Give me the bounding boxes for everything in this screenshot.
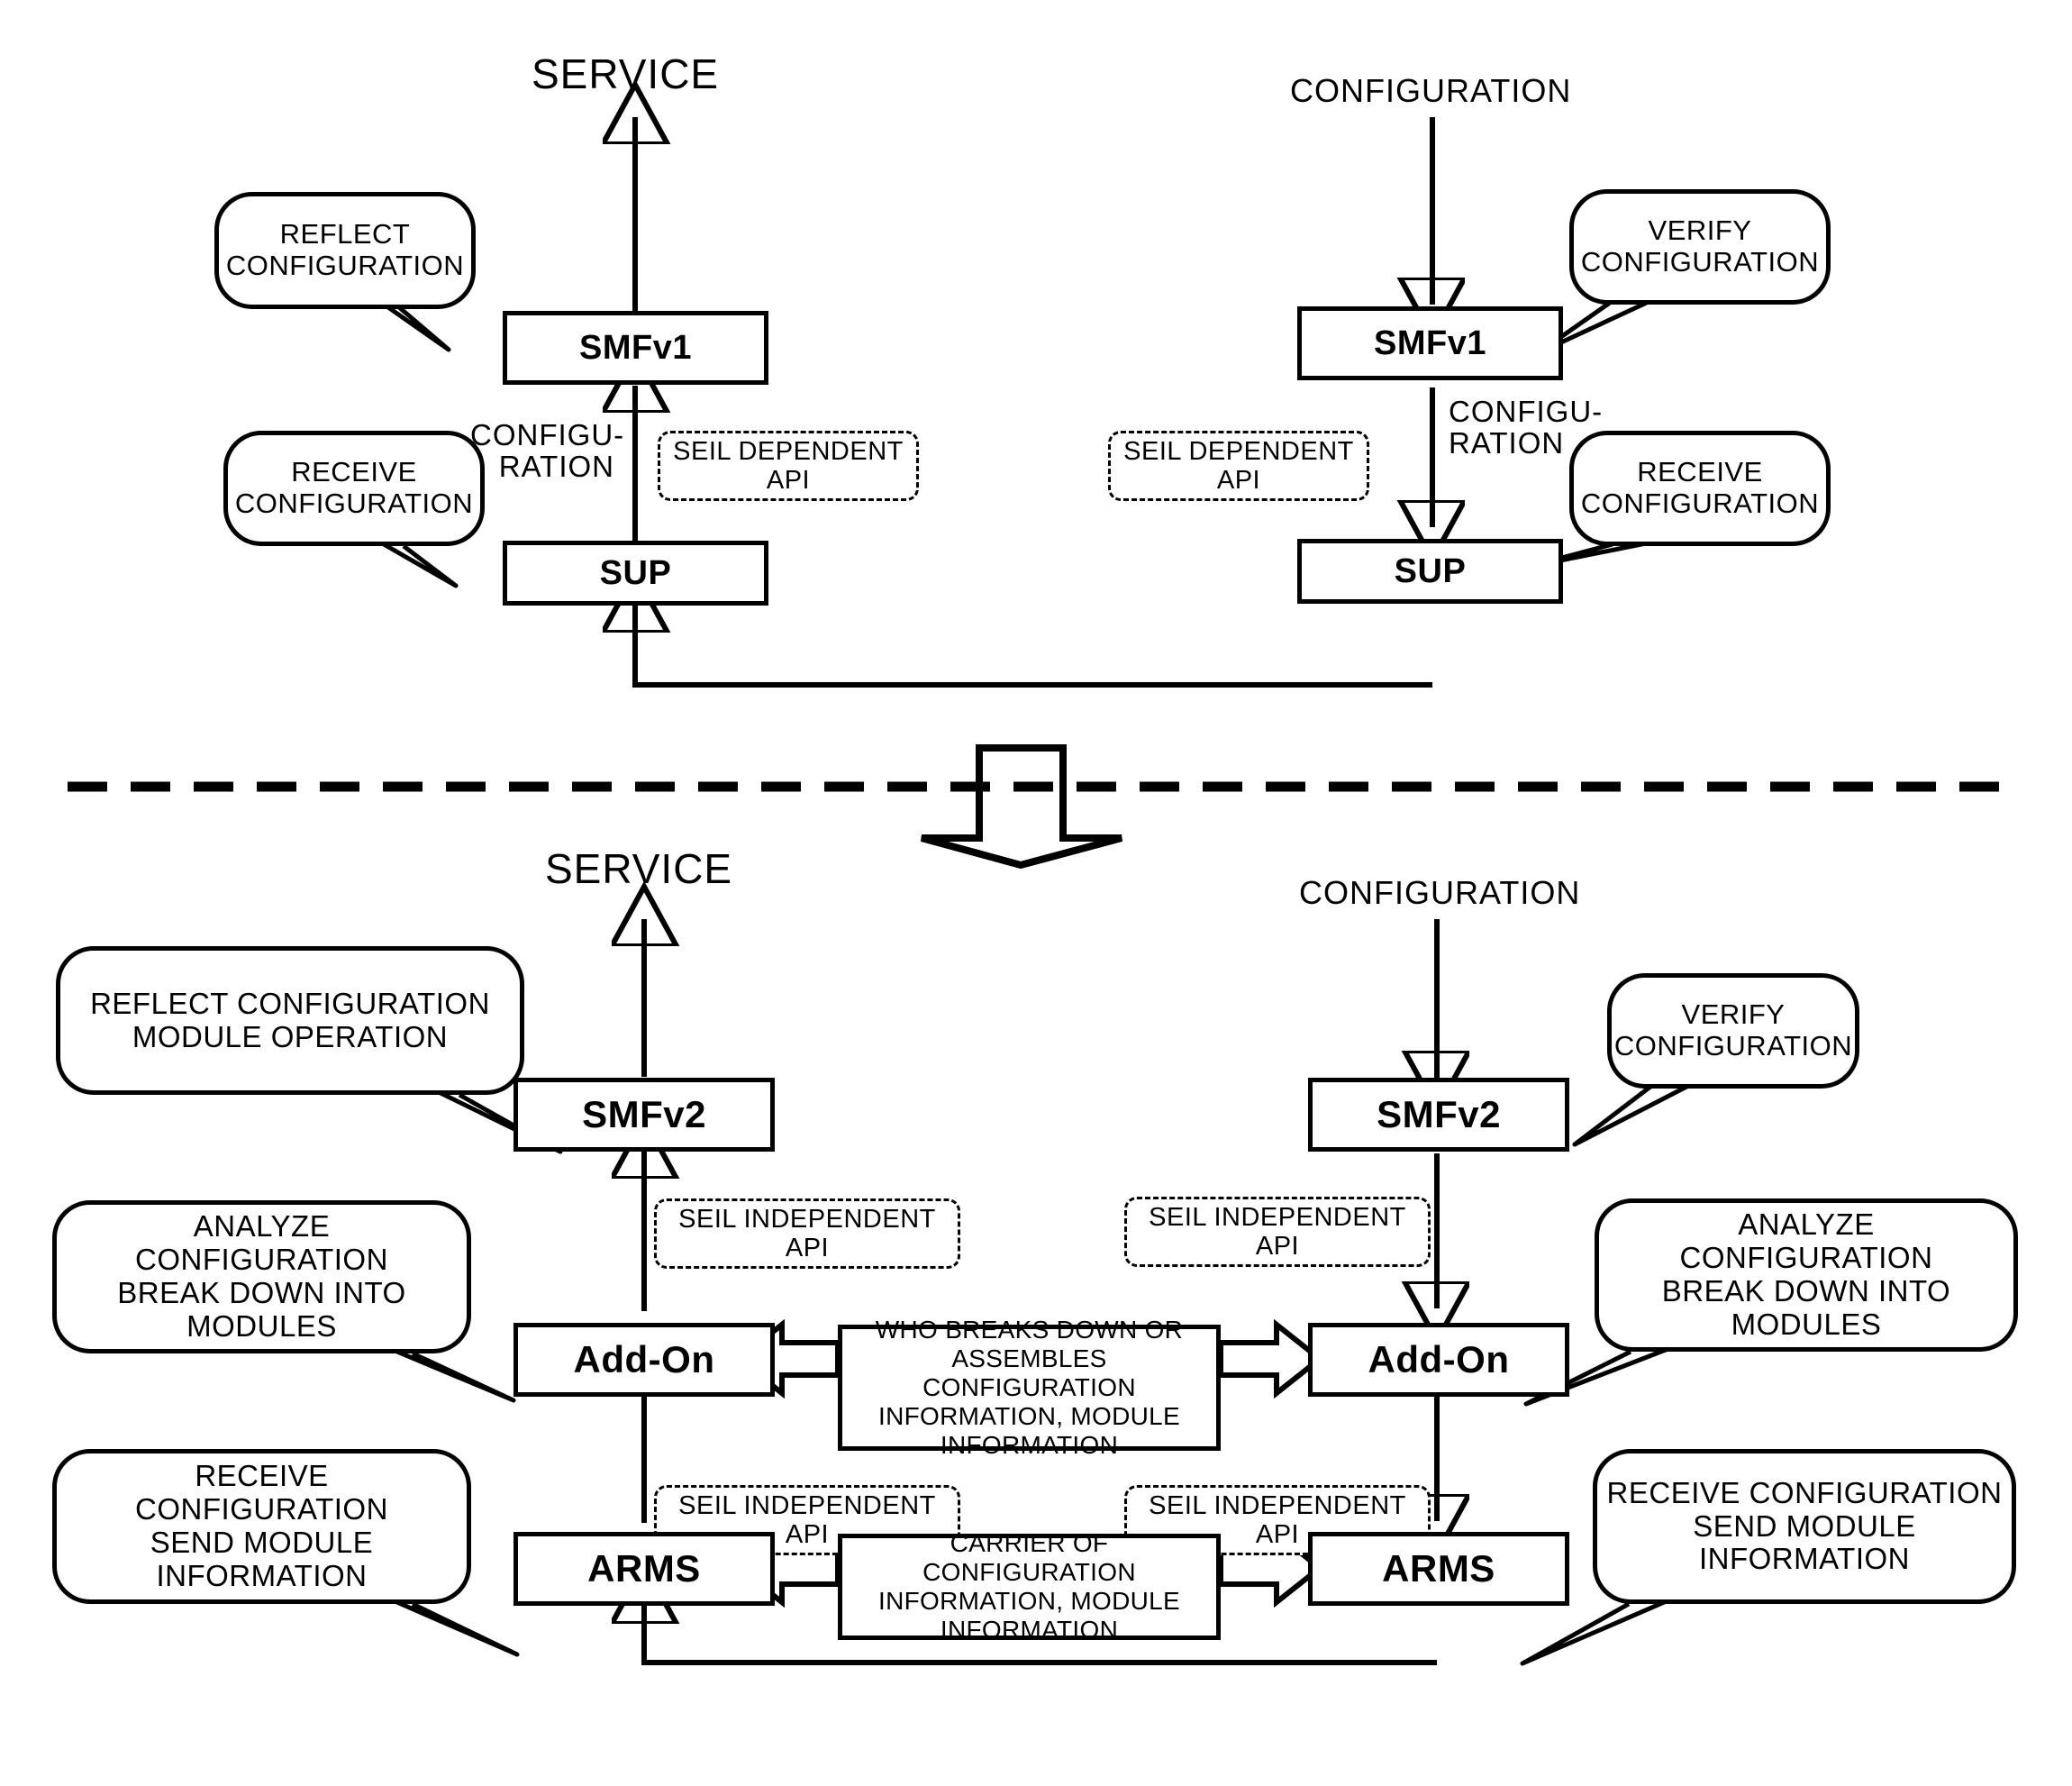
api-line: API	[785, 1520, 830, 1549]
label-service-top: SERVICE	[532, 50, 720, 97]
balloon-line: ANALYZE CONFIGURATION	[135, 1209, 388, 1277]
api-line: API	[766, 466, 811, 495]
box-sup-right[interactable]: SUP	[1297, 539, 1563, 604]
block-arrow-addon-right	[1218, 1318, 1324, 1399]
api-seil-independent-upper-left: SEIL INDEPENDENT API	[654, 1198, 960, 1269]
balloon-analyze-configuration-right: ANALYZE CONFIGURATION BREAK DOWN INTO MO…	[1523, 1198, 2018, 1407]
transition-block-arrow	[920, 744, 1123, 870]
balloon-line: MODULES	[1731, 1307, 1882, 1341]
balloon-line: BREAK DOWN INTO	[1661, 1274, 1951, 1308]
box-arms-right[interactable]: ARMS	[1308, 1532, 1569, 1606]
infobox-line: WHO BREAKS DOWN OR	[875, 1316, 1184, 1344]
label-service-bottom: SERVICE	[545, 845, 733, 892]
label-configuration-left-top: CONFIGU- RATION	[470, 418, 625, 483]
api-line: SEIL DEPENDENT	[673, 436, 904, 466]
balloon-line: RECEIVE	[291, 456, 417, 488]
infobox-line: INFORMATION	[940, 1615, 1119, 1644]
box-sup-left[interactable]: SUP	[503, 541, 768, 606]
box-smfv2-left[interactable]: SMFv2	[513, 1078, 775, 1152]
api-line: API	[1216, 466, 1261, 495]
balloon-verify-configuration-bottom: VERIFY CONFIGURATION	[1572, 973, 1859, 1147]
label-line: RATION	[498, 449, 614, 483]
balloon-line: SEND MODULE	[150, 1526, 374, 1559]
box-arms-left[interactable]: ARMS	[513, 1532, 775, 1606]
label-line: CONFIGU-	[1449, 395, 1604, 428]
balloon-receive-configuration-top-right: RECEIVE CONFIGURATION	[1522, 431, 1831, 570]
infobox-line: INFORMATION, MODULE	[878, 1401, 1180, 1430]
balloon-line: MODULES	[186, 1308, 337, 1343]
box-addon-left[interactable]: Add-On	[513, 1323, 775, 1397]
api-line: SEIL INDEPENDENT	[1149, 1490, 1406, 1520]
box-smfv1-left[interactable]: SMFv1	[503, 311, 768, 385]
box-addon-right[interactable]: Add-On	[1308, 1323, 1569, 1397]
patent-figure: SERVICE CONFIGURATION REFLECT CONFIGURAT…	[0, 0, 2072, 1786]
infobox-line: INFORMATION, MODULE	[878, 1587, 1180, 1615]
infobox-line: ASSEMBLES CONFIGURATION	[922, 1344, 1136, 1402]
balloon-receive-configuration-bottom-right: RECEIVE CONFIGURATION SEND MODULE INFORM…	[1520, 1449, 2016, 1666]
api-line: API	[1255, 1520, 1300, 1549]
infobox-line: INFORMATION	[940, 1430, 1119, 1459]
infobox-arms-role: CARRIER OF CONFIGURATION INFORMATION, MO…	[838, 1529, 1221, 1644]
balloon-reflect-configuration-bottom: REFLECT CONFIGURATION MODULE OPERATION	[56, 946, 563, 1154]
balloon-line: MODULE OPERATION	[132, 1019, 449, 1053]
balloon-line: RECEIVE CONFIGURATION	[1606, 1475, 2003, 1509]
balloon-verify-configuration-top: VERIFY CONFIGURATION	[1535, 189, 1831, 356]
balloon-analyze-configuration-left: ANALYZE CONFIGURATION BREAK DOWN INTO MO…	[52, 1200, 516, 1403]
api-line: SEIL DEPENDENT	[1123, 436, 1354, 466]
api-line: API	[785, 1234, 830, 1262]
balloon-line: CONFIGURATION	[234, 488, 474, 519]
label-configuration-right-top: CONFIGU- RATION	[1449, 396, 1602, 459]
balloon-line: REFLECT CONFIGURATION	[90, 986, 490, 1020]
return-path-top	[635, 606, 1432, 688]
label-line: CONFIGU-	[470, 418, 625, 451]
balloon-line: CONFIGURATION	[1580, 246, 1820, 278]
balloon-line: VERIFY	[1681, 998, 1786, 1031]
balloon-line: VERIFY	[1648, 214, 1752, 247]
label-configuration-top: CONFIGURATION	[1290, 72, 1572, 109]
api-seil-dependent-right: SEIL DEPENDENT API	[1108, 431, 1369, 501]
balloon-receive-configuration-bottom-left: RECEIVE CONFIGURATION SEND MODULE INFORM…	[52, 1449, 520, 1657]
api-line: SEIL INDEPENDENT	[678, 1204, 936, 1234]
balloon-line: CONFIGURATION	[1613, 1030, 1853, 1062]
balloon-reflect-configuration-top: REFLECT CONFIGURATION	[214, 192, 476, 352]
balloon-line: CONFIGURATION	[225, 250, 465, 281]
balloon-line: RECEIVE	[1637, 456, 1763, 488]
balloon-line: SEND MODULE	[1693, 1508, 1916, 1543]
balloon-line: CONFIGURATION	[1580, 488, 1820, 519]
infobox-addon-role: WHO BREAKS DOWN OR ASSEMBLES CONFIGURATI…	[838, 1316, 1221, 1459]
label-line: RATION	[1449, 425, 1565, 460]
balloon-line: RECEIVE CONFIGURATION	[135, 1459, 388, 1526]
api-line: SEIL INDEPENDENT	[678, 1490, 936, 1520]
balloon-line: ANALYZE CONFIGURATION	[1679, 1207, 1933, 1275]
api-seil-dependent-left: SEIL DEPENDENT API	[658, 431, 919, 501]
label-configuration-bottom: CONFIGURATION	[1299, 874, 1581, 911]
api-line: SEIL INDEPENDENT	[1149, 1202, 1406, 1232]
balloon-receive-configuration-top-left: RECEIVE CONFIGURATION	[223, 431, 485, 588]
box-smfv1-right[interactable]: SMFv1	[1297, 306, 1563, 380]
balloon-line: REFLECT	[279, 218, 411, 251]
infobox-line: CARRIER OF CONFIGURATION	[922, 1529, 1136, 1587]
balloon-line: INFORMATION	[156, 1558, 368, 1592]
box-smfv2-right[interactable]: SMFv2	[1308, 1078, 1569, 1152]
balloon-line: INFORMATION	[1698, 1542, 1911, 1576]
api-line: API	[1255, 1232, 1300, 1261]
api-seil-independent-upper-right: SEIL INDEPENDENT API	[1124, 1197, 1431, 1267]
balloon-line: BREAK DOWN INTO	[117, 1276, 406, 1309]
